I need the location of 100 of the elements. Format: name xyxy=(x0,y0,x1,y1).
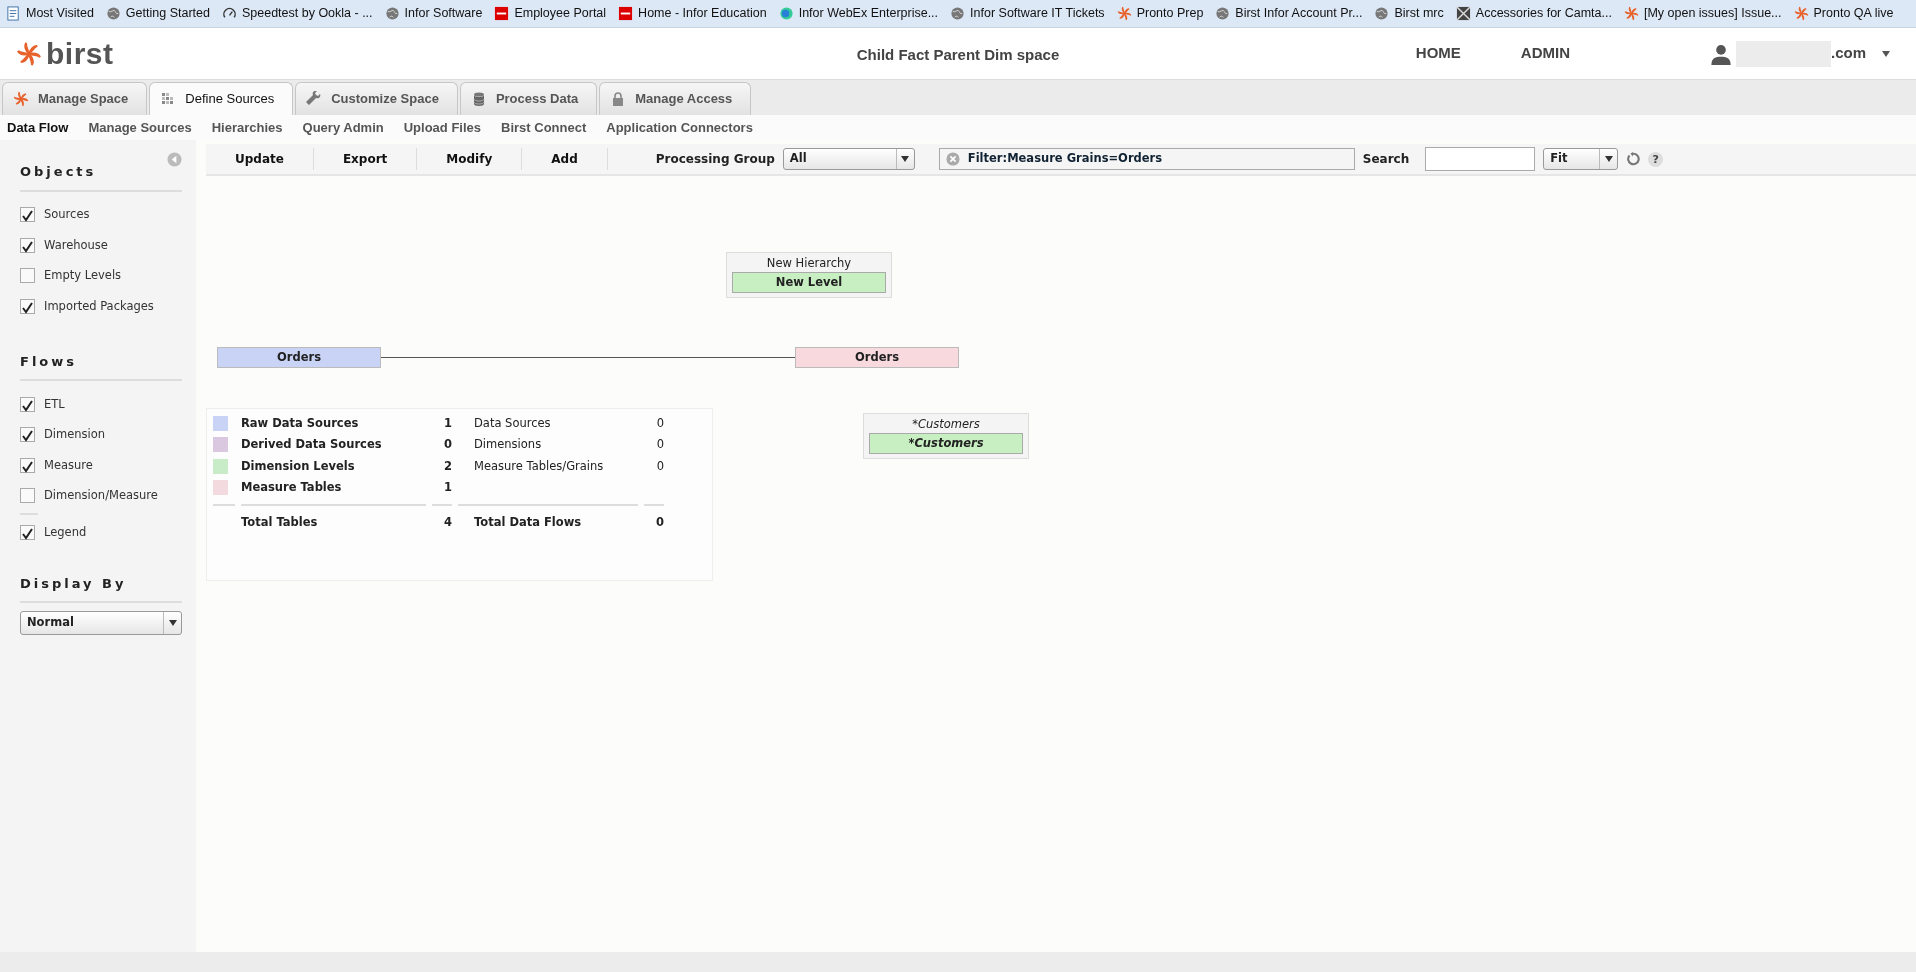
toolbar-button[interactable]: Export xyxy=(313,148,418,170)
table-node[interactable]: Orders xyxy=(217,347,381,368)
nav-link[interactable]: HOME xyxy=(1415,42,1461,65)
legend-label: Measure Tables/Grains xyxy=(473,457,605,475)
toolbar-button[interactable]: Update xyxy=(206,148,314,170)
checkbox-item[interactable]: Legend xyxy=(20,517,182,548)
tab[interactable]: Manage Space xyxy=(2,82,148,115)
subnav-link[interactable]: Query Admin xyxy=(302,117,384,138)
bookmark-link[interactable]: Infor WebEx Enterprise... xyxy=(772,4,945,23)
table-node[interactable]: Orders xyxy=(795,347,959,368)
globe-icon xyxy=(384,6,400,21)
user-menu[interactable]: .com xyxy=(1710,40,1890,67)
bookmark-link[interactable]: [My open issues] Issue... xyxy=(1617,4,1788,23)
checkbox[interactable] xyxy=(20,457,35,473)
display-select[interactable]: Normal xyxy=(20,611,182,635)
bookmark-link[interactable]: Pronto QA live xyxy=(1787,4,1900,23)
legend-label: Derived Data Sources xyxy=(241,436,383,454)
legend-count: 0 xyxy=(655,457,664,475)
total-count: 0 xyxy=(644,504,664,532)
section-title: Flows xyxy=(20,339,182,381)
bookmark-link[interactable]: Employee Portal xyxy=(488,4,613,23)
pinwheel-icon xyxy=(13,91,29,107)
toolbar-button[interactable]: Modify xyxy=(417,148,523,170)
checkbox[interactable] xyxy=(20,268,35,284)
wrench-icon xyxy=(306,91,323,107)
tab[interactable]: Define Sources xyxy=(149,82,294,115)
refresh-icon[interactable] xyxy=(1626,152,1641,166)
level-node[interactable]: *Customers xyxy=(869,433,1023,455)
checkbox-item[interactable]: Measure xyxy=(20,450,182,481)
level-node[interactable]: New Level xyxy=(732,272,886,294)
caret-icon xyxy=(1882,50,1890,57)
pinwheel-icon xyxy=(1793,6,1809,21)
pinwheel-icon xyxy=(1623,6,1639,21)
pinwheel-icon xyxy=(1116,6,1132,21)
total-label: Total Data Flows xyxy=(458,504,638,532)
subnav-link[interactable]: Application Connectors xyxy=(606,117,753,138)
bookmark-link[interactable]: Birst mrc xyxy=(1368,4,1450,23)
checkbox[interactable] xyxy=(20,237,35,253)
group-select[interactable]: All xyxy=(782,148,915,170)
bookmark-link[interactable]: Most Visited xyxy=(0,4,100,23)
bookmark-link[interactable]: Getting Started xyxy=(99,4,216,23)
tab[interactable]: Manage Access xyxy=(599,82,752,115)
nav-link[interactable]: ADMIN xyxy=(1520,42,1570,65)
bookmark-link[interactable]: Speedtest by Ookla - ... xyxy=(215,4,379,23)
help-button[interactable]: ? xyxy=(1648,151,1664,167)
bookmark-link[interactable]: Accessories for Camta... xyxy=(1449,4,1618,23)
database-icon xyxy=(470,91,487,107)
legend-count: 1 xyxy=(443,415,452,432)
tab[interactable]: Process Data xyxy=(459,82,598,115)
filter-field[interactable]: Filter:Measure Grains=Orders xyxy=(938,148,1355,170)
checkbox-item[interactable]: Sources xyxy=(20,199,182,230)
bookmark-link[interactable]: Birst Infor Account Pr... xyxy=(1209,4,1369,23)
legend-label: Data Sources xyxy=(473,415,552,432)
legend-count: 2 xyxy=(443,457,452,475)
checkbox-item[interactable]: Imported Packages xyxy=(20,291,182,322)
logo-icon xyxy=(494,6,510,21)
checkbox-item[interactable]: ETL xyxy=(20,389,182,420)
legend-count: 0 xyxy=(655,415,664,432)
bookmark-link[interactable]: Infor Software IT Tickets xyxy=(944,4,1111,23)
subnav-link[interactable]: Birst Connect xyxy=(501,117,587,138)
legend-label: Dimension Levels xyxy=(241,457,356,475)
checkbox[interactable] xyxy=(20,427,35,443)
space-title: Child Fact Parent Dim space xyxy=(856,45,1060,65)
globe-icon xyxy=(105,6,121,21)
legend-count: 1 xyxy=(443,478,452,496)
tab[interactable]: Customize Space xyxy=(295,82,458,115)
legend-count: 0 xyxy=(443,436,452,454)
checkbox[interactable] xyxy=(20,488,35,504)
checkbox-item[interactable]: Dimension/Measure xyxy=(20,480,182,511)
bookmark-link[interactable]: Home - Infor Education xyxy=(612,4,773,23)
checkbox[interactable] xyxy=(20,396,35,412)
toolbar-button[interactable]: Add xyxy=(522,148,608,170)
search-field[interactable] xyxy=(1425,147,1536,171)
user-icon xyxy=(1710,42,1732,65)
total-count: 4 xyxy=(432,504,452,532)
checkbox[interactable] xyxy=(20,207,35,223)
globe-icon xyxy=(950,6,966,21)
bookmark-link[interactable]: Infor Software xyxy=(378,4,489,23)
subnav-link[interactable]: Upload Files xyxy=(403,117,481,138)
section-title: Objects xyxy=(20,150,182,192)
subnav-link[interactable]: Manage Sources xyxy=(88,117,192,138)
checkbox-item[interactable]: Warehouse xyxy=(20,230,182,261)
zoom-select[interactable]: Fit xyxy=(1543,148,1619,170)
pinwheel-icon xyxy=(16,40,42,67)
checkbox[interactable] xyxy=(20,298,35,314)
hierarchy-node[interactable]: New Hierarchy New Level xyxy=(726,252,892,299)
subnav-link[interactable]: Data Flow xyxy=(7,117,69,138)
checkbox-item[interactable]: Dimension xyxy=(20,419,182,450)
hierarchy-node[interactable]: *Customers *Customers xyxy=(863,413,1029,460)
field-label: Processing Group xyxy=(655,151,775,168)
bookmark-link[interactable]: Pronto Prep xyxy=(1110,4,1210,23)
section-title: Display By xyxy=(20,561,182,603)
checkbox-item[interactable]: Empty Levels xyxy=(20,260,182,291)
birst-logo[interactable]: birst xyxy=(16,38,114,69)
checkbox[interactable] xyxy=(20,524,35,540)
subnav-link[interactable]: Hierarchies xyxy=(211,117,283,138)
document-icon xyxy=(6,6,21,21)
legend-count: 0 xyxy=(655,436,664,454)
hierarchy-title: New Hierarchy xyxy=(765,255,853,272)
globe-icon xyxy=(1215,6,1231,21)
